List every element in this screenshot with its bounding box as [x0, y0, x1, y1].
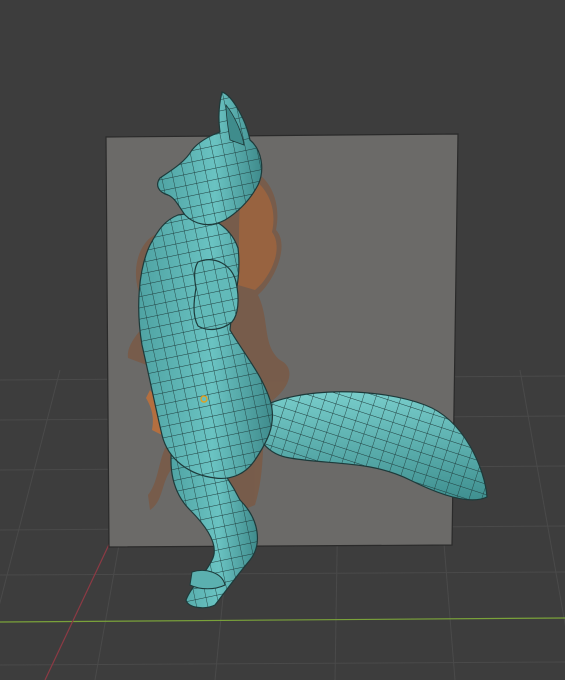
3d-viewport[interactable]	[0, 0, 565, 680]
x-axis-line	[0, 617, 565, 623]
